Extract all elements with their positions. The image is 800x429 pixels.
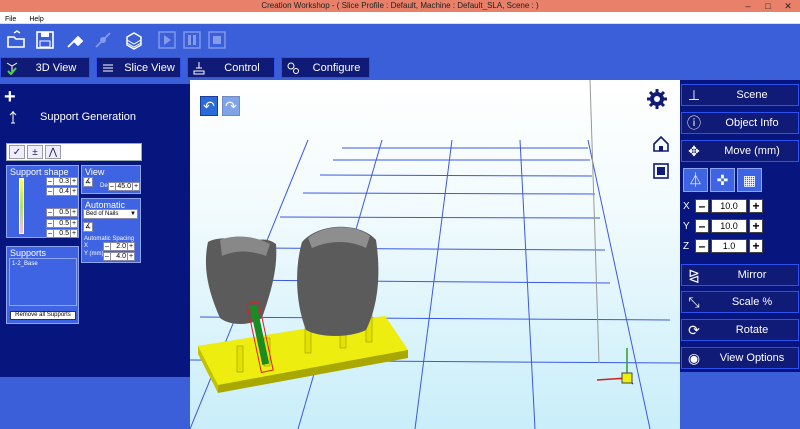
- close-button[interactable]: ✕: [778, 0, 798, 12]
- move-y-row: Y – 10.0 +: [683, 218, 773, 234]
- scale-icon: ⤡: [688, 293, 700, 310]
- frame-icon[interactable]: [650, 160, 672, 182]
- spacing-y-spin[interactable]: –4.0 +: [103, 252, 135, 261]
- undo-icon[interactable]: ↶: [200, 96, 218, 116]
- move-x-value[interactable]: 10.0: [711, 199, 747, 213]
- arrange-icon[interactable]: ▦: [737, 168, 762, 192]
- toolbar: [0, 24, 800, 56]
- move-z-plus-button[interactable]: +: [749, 239, 763, 253]
- move-y-minus-button[interactable]: –: [695, 219, 709, 233]
- connect-icon[interactable]: [63, 28, 87, 52]
- move-z-value[interactable]: 1.0: [711, 239, 747, 253]
- open-icon[interactable]: [4, 28, 28, 52]
- support-generation-title: Support Generation: [40, 111, 137, 123]
- title-bar: Creation Workshop - ( Slice Profile : De…: [0, 0, 800, 12]
- spacing-y-label: Y (mm): [84, 251, 104, 257]
- scale-button[interactable]: ⤡ Scale %: [681, 291, 799, 313]
- minimize-button[interactable]: –: [738, 0, 758, 12]
- list-item[interactable]: 1-2_Base: [12, 261, 74, 267]
- eye-icon: ◉: [687, 349, 701, 366]
- rotate-icon: ⟳: [688, 321, 700, 338]
- supports-list[interactable]: 1-2_Base: [9, 258, 77, 306]
- support-shape-spin-1[interactable]: –0.3 +: [46, 177, 78, 186]
- support-shape-spin-5[interactable]: –0.5 +: [46, 229, 78, 238]
- axes-icon: ⊥: [687, 86, 701, 103]
- pause-icon[interactable]: [180, 28, 204, 52]
- tab-slice-view[interactable]: Slice View: [96, 57, 181, 78]
- move-icon: ✥: [688, 142, 700, 159]
- maximize-button[interactable]: □: [758, 0, 778, 12]
- play-icon[interactable]: [155, 28, 179, 52]
- spacing-x-label: X: [84, 243, 89, 249]
- support-generation-header[interactable]: Support Generation: [0, 108, 190, 126]
- deg-spin[interactable]: –45.0 +: [108, 182, 140, 191]
- chevron-down-icon: ▼: [130, 211, 136, 217]
- tab-configure[interactable]: Configure: [281, 57, 370, 78]
- support-icon: [9, 111, 17, 124]
- move-tools: ⏃ ✜ ▦: [683, 168, 765, 192]
- move-x-plus-button[interactable]: +: [749, 199, 763, 213]
- configure-icon: [282, 58, 304, 77]
- remove-all-supports-button[interactable]: Remove all Supports: [10, 311, 76, 320]
- move-y-plus-button[interactable]: +: [749, 219, 763, 233]
- place-on-platform-icon[interactable]: ⏃: [683, 168, 708, 192]
- stop-icon[interactable]: [205, 28, 229, 52]
- save-icon[interactable]: [33, 28, 57, 52]
- scene-render: [190, 80, 680, 429]
- view-options-button[interactable]: ◉ View Options: [681, 347, 799, 369]
- automatic-mode-select[interactable]: Bed of Nails ▼: [83, 209, 138, 219]
- mirror-button[interactable]: ⧎ Mirror: [681, 264, 799, 286]
- remove-support-tool-icon[interactable]: ±: [27, 145, 43, 159]
- auto-support-tool-icon[interactable]: ⋀: [45, 145, 61, 159]
- auto-generate-icon[interactable]: ∡: [83, 222, 93, 232]
- slice-icon[interactable]: [122, 28, 146, 52]
- support-shape-spin-4[interactable]: –0.5 +: [46, 219, 78, 228]
- scene-button[interactable]: ⊥ Scene: [681, 84, 799, 106]
- move-button[interactable]: ✥ Move (mm): [681, 140, 799, 162]
- info-icon: ⓘ: [687, 115, 701, 131]
- add-support-tool-icon[interactable]: ✓: [9, 145, 25, 159]
- tab-control[interactable]: Control: [187, 57, 275, 78]
- move-x-row: X – 10.0 +: [683, 198, 773, 214]
- move-y-value[interactable]: 10.0: [711, 219, 747, 233]
- control-icon: [188, 58, 210, 77]
- disconnect-icon[interactable]: [91, 28, 115, 52]
- move-z-row: Z – 1.0 +: [683, 238, 773, 254]
- object-info-button[interactable]: ⓘ Object Info: [681, 112, 799, 134]
- support-shape-preview: [19, 178, 24, 234]
- spacing-x-spin[interactable]: –2.0 +: [103, 242, 135, 251]
- mirror-icon: ⧎: [688, 266, 700, 283]
- rotate-button[interactable]: ⟳ Rotate: [681, 319, 799, 341]
- 3d-viewport[interactable]: ↶ ↷: [190, 80, 680, 429]
- tab-3d-view[interactable]: 3D View: [0, 57, 90, 78]
- support-shape-spin-3[interactable]: –0.5 +: [46, 208, 78, 217]
- center-icon[interactable]: ✜: [710, 168, 735, 192]
- slice-view-icon: [97, 58, 119, 77]
- angle-icon: ∡: [83, 177, 93, 187]
- 3d-view-icon: [1, 58, 23, 77]
- support-tools: ✓ ± ⋀: [6, 143, 142, 161]
- support-shape-spin-2[interactable]: –0.4 +: [46, 187, 78, 196]
- move-z-minus-button[interactable]: –: [695, 239, 709, 253]
- move-x-minus-button[interactable]: –: [695, 199, 709, 213]
- window-title: Creation Workshop - ( Slice Profile : De…: [261, 1, 539, 10]
- add-object-button[interactable]: +: [4, 87, 22, 107]
- home-icon[interactable]: [650, 133, 672, 155]
- gear-icon[interactable]: [646, 88, 668, 110]
- redo-icon[interactable]: ↷: [222, 96, 240, 116]
- menu-bar: File Help: [0, 12, 800, 24]
